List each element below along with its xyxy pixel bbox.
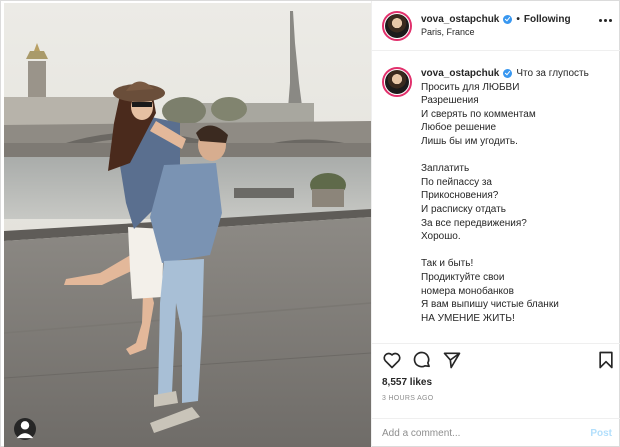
post-side-panel: vova_ostapchuk • Following Paris, France…	[371, 1, 620, 447]
comment-icon[interactable]	[412, 350, 432, 370]
following-button[interactable]: Following	[524, 13, 571, 27]
verified-badge-icon	[503, 14, 513, 24]
caption-line: номера монобанков	[421, 285, 514, 297]
caption-line: Что за глупость	[516, 68, 589, 79]
caption-line: И сверять по комментам	[421, 108, 536, 120]
couple-paris-photo	[4, 3, 371, 447]
caption-line	[421, 244, 589, 258]
avatar[interactable]	[382, 10, 412, 41]
post-actions	[372, 343, 620, 375]
more-options-icon[interactable]	[599, 19, 612, 22]
post-header: vova_ostapchuk • Following Paris, France	[372, 1, 620, 51]
caption-line: Заплатить	[421, 163, 470, 175]
instagram-post: vova_ostapchuk • Following Paris, France…	[0, 0, 620, 447]
caption-line: И расписку отдать	[421, 203, 506, 215]
comment-input[interactable]	[382, 428, 591, 439]
caption-line: Просить для ЛЮБВИ	[421, 81, 520, 93]
post-timestamp: 3 HOURS AGO	[382, 395, 434, 402]
verified-badge-icon	[503, 69, 513, 79]
caption-line: Продиктуйте свои	[421, 271, 505, 283]
location-link[interactable]: Paris, France	[421, 26, 571, 38]
caption-line: Любое решение	[421, 122, 497, 134]
post-caption: vova_ostapchuk Что за глупость Просить д…	[382, 67, 617, 325]
caption-line: Хорошо.	[421, 231, 461, 243]
caption-line: Прикосновения?	[421, 190, 499, 202]
header-username[interactable]: vova_ostapchuk	[421, 13, 499, 27]
comment-bar: Post	[372, 418, 620, 447]
separator-dot: •	[516, 13, 520, 25]
caption-username[interactable]: vova_ostapchuk	[421, 67, 499, 81]
caption-line: За все передвижения?	[421, 217, 527, 229]
caption-line: Я вам выпишу чистые бланки	[421, 299, 559, 311]
bookmark-icon[interactable]	[596, 350, 616, 370]
caption-line	[421, 149, 589, 163]
post-photo[interactable]	[4, 3, 371, 447]
caption-line: Так и быть!	[421, 258, 474, 270]
post-comment-button[interactable]: Post	[590, 428, 612, 439]
caption-avatar[interactable]	[382, 67, 412, 97]
caption-line: Лишь бы им угодить.	[421, 135, 518, 147]
heart-icon[interactable]	[382, 350, 402, 370]
caption-line: НА УМЕНИЕ ЖИТЬ!	[421, 312, 515, 324]
user-tag-icon[interactable]	[14, 418, 36, 440]
caption-line: По пейпассу за	[421, 176, 492, 188]
paper-plane-icon[interactable]	[442, 350, 462, 370]
caption-line: Разрешения	[421, 95, 479, 107]
likes-count[interactable]: 8,557 likes	[382, 377, 432, 388]
